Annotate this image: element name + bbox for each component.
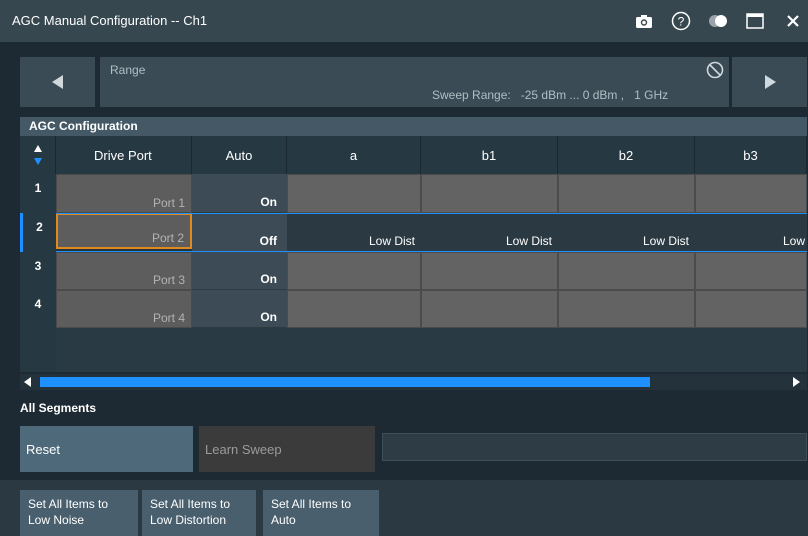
sort-icon: [33, 145, 42, 165]
scroll-left-icon[interactable]: [24, 377, 32, 387]
row-number: 3: [20, 252, 56, 290]
toggle-icon[interactable]: [707, 10, 729, 32]
auto-cell[interactable]: On: [192, 252, 287, 290]
close-icon[interactable]: [782, 10, 804, 32]
agc-cell-b1[interactable]: [421, 290, 558, 328]
agc-cell-a[interactable]: [287, 290, 421, 328]
agc-cell-b3[interactable]: [695, 290, 807, 328]
header-drive-port[interactable]: Drive Port: [56, 136, 192, 174]
learn-sweep-button[interactable]: Learn Sweep: [199, 426, 375, 472]
drive-port-cell[interactable]: Port 1: [56, 174, 192, 213]
all-segments-header: All Segments: [20, 401, 97, 415]
auto-cell[interactable]: Off: [192, 213, 287, 252]
disabled-icon: [706, 61, 724, 79]
range-label: Range: [110, 63, 146, 77]
reset-button[interactable]: Reset: [20, 426, 193, 472]
header-b1[interactable]: b1: [421, 136, 558, 174]
agc-cell-a[interactable]: [287, 252, 421, 290]
next-range-button[interactable]: [732, 57, 807, 107]
selected-row-border-top: [56, 213, 807, 214]
agc-cell-b2[interactable]: [558, 252, 695, 290]
drive-port-cell[interactable]: Port 4: [56, 290, 192, 328]
agc-cell-b2[interactable]: [558, 174, 695, 213]
help-icon[interactable]: ?: [670, 10, 692, 32]
title-bar: AGC Manual Configuration -- Ch1 ?: [0, 0, 808, 42]
sweep-range-text: Sweep Range: -25 dBm ... 0 dBm , 1 GHz: [432, 88, 669, 102]
set-all-low-noise-button[interactable]: Set All Items to Low Noise: [20, 490, 138, 536]
section-header: AGC Configuration: [20, 117, 807, 136]
range-selector[interactable]: Range Sweep Range: -25 dBm ... 0 dBm , 1…: [100, 57, 729, 107]
header-b3[interactable]: b3: [695, 136, 807, 174]
row-number: 4: [20, 290, 56, 328]
drive-port-cell-selected[interactable]: Port 2: [56, 213, 192, 249]
window-title: AGC Manual Configuration -- Ch1: [12, 13, 208, 28]
agc-cell-b3[interactable]: [695, 174, 807, 213]
agc-cell-a[interactable]: [287, 174, 421, 213]
horizontal-scrollbar[interactable]: [20, 374, 807, 390]
drive-port-cell[interactable]: Port 3: [56, 252, 192, 290]
prev-range-button[interactable]: [20, 57, 95, 107]
row-number-filler: [20, 328, 56, 372]
agc-cell-b1[interactable]: [421, 174, 558, 213]
camera-icon[interactable]: [633, 10, 655, 32]
maximize-icon[interactable]: [744, 10, 766, 32]
sort-header[interactable]: [20, 136, 56, 174]
agc-cell-b2[interactable]: Low Dist: [558, 213, 695, 252]
range-bar: Range Sweep Range: -25 dBm ... 0 dBm , 1…: [20, 57, 807, 107]
arrow-left-icon: [51, 75, 63, 89]
set-all-low-distortion-button[interactable]: Set All Items to Low Distortion: [142, 490, 256, 536]
row-number: 2: [23, 213, 56, 252]
auto-cell[interactable]: On: [192, 290, 287, 328]
agc-cell-a[interactable]: Low Dist: [287, 213, 421, 252]
arrow-right-icon: [764, 75, 776, 89]
svg-text:?: ?: [678, 15, 685, 29]
learn-progress-bar: [382, 433, 807, 461]
agc-cell-b3[interactable]: [695, 252, 807, 290]
auto-cell[interactable]: On: [192, 174, 287, 213]
header-auto[interactable]: Auto: [192, 136, 287, 174]
header-a[interactable]: a: [287, 136, 421, 174]
agc-table: Drive Port Auto a b1 b2 b3 1 Port 1 On 2…: [20, 136, 807, 372]
header-b2[interactable]: b2: [558, 136, 695, 174]
row-number: 1: [20, 174, 56, 213]
agc-cell-b1[interactable]: [421, 252, 558, 290]
scrollbar-thumb[interactable]: [40, 377, 650, 387]
agc-cell-b2[interactable]: [558, 290, 695, 328]
agc-cell-b3[interactable]: Low: [695, 213, 807, 252]
scroll-right-icon[interactable]: [792, 377, 800, 387]
set-all-auto-button[interactable]: Set All Items to Auto: [263, 490, 379, 536]
table-empty-area: [56, 328, 807, 372]
agc-cell-b1[interactable]: Low Dist: [421, 213, 558, 252]
